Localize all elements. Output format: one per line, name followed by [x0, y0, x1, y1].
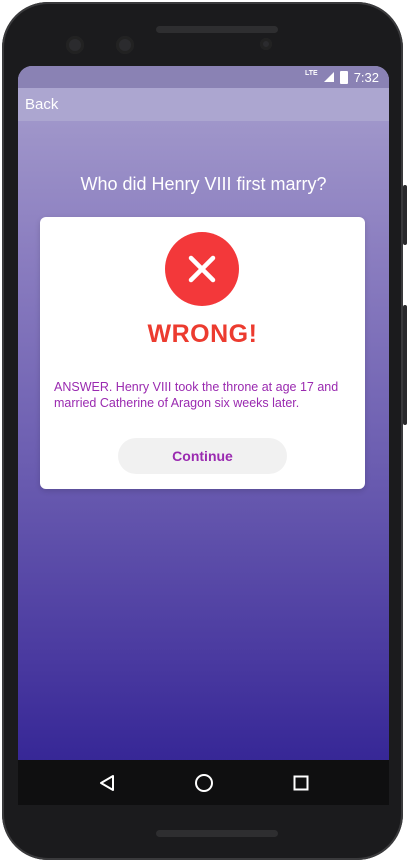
result-title: WRONG! [147, 320, 258, 348]
continue-button[interactable]: Continue [118, 438, 287, 474]
answer-explanation: ANSWER. Henry VIII took the throne at ag… [54, 380, 339, 410]
network-type: LTE [304, 69, 318, 77]
power-button [403, 185, 407, 245]
question-text: Who did Henry VIII first marry? [80, 174, 327, 194]
back-triangle-icon [99, 774, 114, 791]
proximity-sensor [260, 38, 272, 50]
recents-square-icon [293, 775, 308, 790]
front-camera [66, 36, 84, 54]
signal-icon [323, 72, 334, 82]
battery-icon [339, 70, 348, 84]
result-dialog: WRONG! ANSWER. Henry VIII took the thron… [40, 217, 365, 489]
x-icon [188, 255, 216, 283]
status-time: 7:32 [353, 69, 379, 85]
home-circle-icon [194, 773, 213, 792]
nav-back-button[interactable] [92, 768, 122, 798]
status-bar: LTE 7:32 [18, 66, 389, 88]
nav-recents-button[interactable] [286, 768, 316, 798]
app-screen: LTE 7:32 Back Who did Henry VIII first m… [18, 66, 389, 805]
earpiece-speaker [156, 26, 278, 33]
front-sensor [116, 36, 134, 54]
app-bar: Back [18, 88, 389, 121]
volume-button [403, 305, 407, 425]
system-nav-bar [18, 760, 389, 805]
wrong-status-badge [165, 232, 239, 306]
back-button[interactable]: Back [25, 96, 58, 113]
bottom-speaker [156, 830, 278, 837]
nav-home-button[interactable] [189, 768, 219, 798]
